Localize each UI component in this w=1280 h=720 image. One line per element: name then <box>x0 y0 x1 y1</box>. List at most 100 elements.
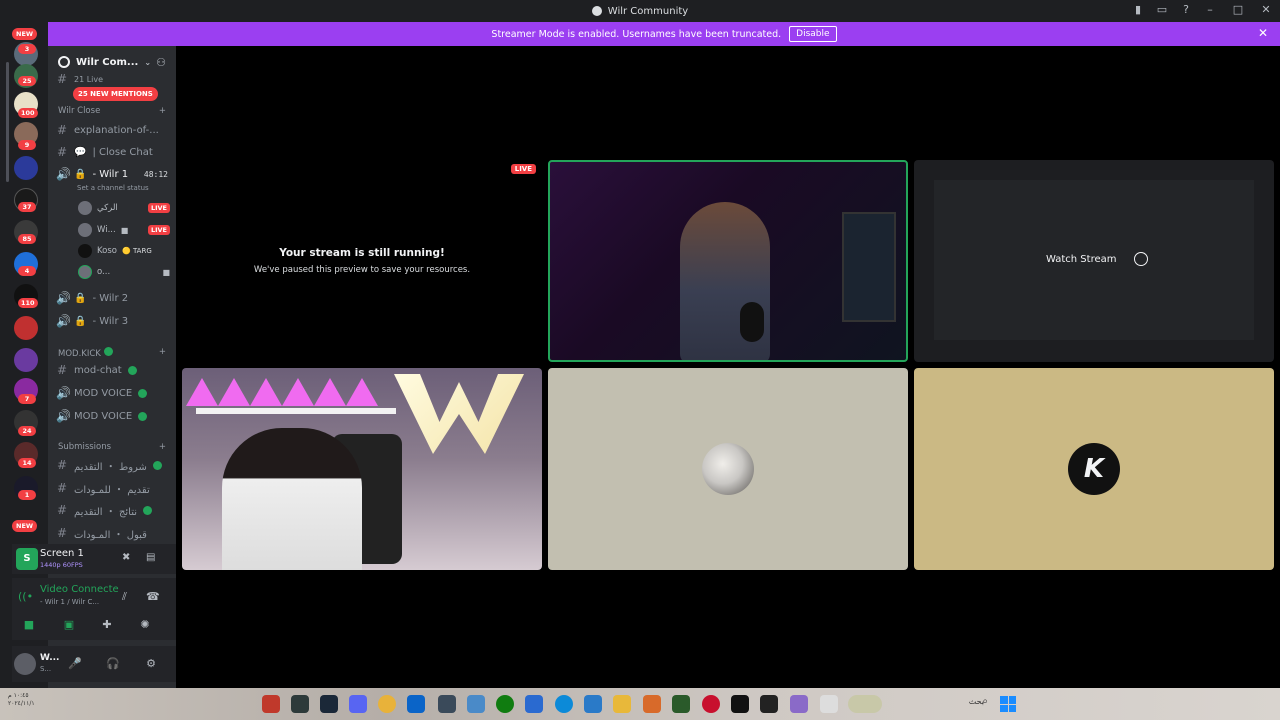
minimize-icon[interactable]: – <box>1204 4 1216 16</box>
server-badge: 25 <box>18 76 36 86</box>
chrome-icon[interactable] <box>378 695 396 713</box>
discord-icon[interactable] <box>349 695 367 713</box>
green-dot-icon <box>127 365 137 375</box>
channel-close-chat[interactable]: # 💬 | Close Chat <box>56 142 172 162</box>
voice-user[interactable]: o... ■ <box>78 263 170 281</box>
search-icon[interactable]: ⌕ <box>982 696 988 707</box>
watch-stream-label[interactable]: Watch Stream <box>1046 254 1117 265</box>
app-icon[interactable] <box>820 695 838 713</box>
channel-sub-2[interactable]: # تقديم ・ للمـودات <box>56 478 172 498</box>
new-mentions-pill[interactable]: 25 NEW MENTIONS <box>73 87 158 101</box>
voice-user[interactable]: Wi... ■ LIVE <box>78 221 170 239</box>
channel-sub-4[interactable]: # قبول ・ المـودات <box>56 523 172 543</box>
add-channel-icon[interactable]: + <box>159 442 166 452</box>
voice-user[interactable]: الركي LIVE <box>78 199 170 217</box>
app-icon[interactable] <box>672 695 690 713</box>
app-icon[interactable] <box>467 695 485 713</box>
maximize-icon[interactable]: □ <box>1232 4 1244 16</box>
channel-explanation[interactable]: # explanation-of-... <box>56 120 172 140</box>
disable-streamer-mode-button[interactable]: Disable <box>789 26 837 42</box>
lock-icon: 🔒 <box>74 315 87 327</box>
category-submissions[interactable]: Submissions + <box>58 442 166 452</box>
settings-icon[interactable] <box>438 695 456 713</box>
light-panel <box>218 378 250 406</box>
opera-icon[interactable] <box>702 695 720 713</box>
rail-scrollbar[interactable] <box>6 62 9 182</box>
channel-label: MOD VOICE <box>74 387 133 399</box>
add-channel-icon[interactable]: + <box>159 347 166 359</box>
voice-channel-mod-voice[interactable]: 🔊 MOD VOICE <box>56 383 172 403</box>
new-pill-bottom[interactable]: NEW <box>12 520 38 532</box>
noise-suppression-icon[interactable]: ⫽ <box>122 590 127 604</box>
microphone-icon[interactable]: 🎤 <box>68 657 82 671</box>
activities-icon[interactable]: ✚ <box>98 618 116 632</box>
gear-icon[interactable]: ⚙ <box>144 657 158 671</box>
watch-stream-tile[interactable]: Watch Stream <box>914 160 1274 362</box>
watch-eye-icon[interactable] <box>1134 252 1148 266</box>
avatar <box>78 244 92 258</box>
voice-channel-mod-voice[interactable]: 🔊 MOD VOICE <box>56 406 172 426</box>
camera-tile-speaking[interactable] <box>548 160 908 362</box>
headphones-icon[interactable]: 🎧 <box>106 657 120 671</box>
stop-share-icon[interactable]: ✖ <box>122 552 134 564</box>
voice-user[interactable]: Koso 🟡 TARG <box>78 242 170 260</box>
speaker-icon: 🔊 <box>56 409 71 423</box>
speaker-icon: 🔊 <box>56 386 71 400</box>
server-icon[interactable] <box>14 316 38 340</box>
voice-channel-wilr3[interactable]: 🔊 🔒 - Wilr 3 <box>56 311 172 331</box>
app-icon[interactable] <box>584 695 602 713</box>
folder-icon[interactable] <box>613 695 631 713</box>
widget-icon[interactable] <box>848 695 882 713</box>
channel-label: | Close Chat <box>92 146 153 158</box>
taskbar-clock[interactable]: ١٠:٤٥ م ٢٠٢٤/١١/١ <box>8 692 35 708</box>
windows-start-icon[interactable] <box>1000 696 1016 712</box>
inbox-icon[interactable]: ▮ <box>1132 4 1144 16</box>
steam-icon[interactable] <box>320 695 338 713</box>
avatar: K <box>1068 443 1120 495</box>
app-icon[interactable] <box>262 695 280 713</box>
app-icon[interactable] <box>790 695 808 713</box>
camera-tile[interactable] <box>182 368 542 570</box>
server-icon[interactable] <box>14 156 38 180</box>
add-channel-icon[interactable]: + <box>159 106 166 116</box>
paused-stream-tile[interactable]: LIVE Your stream is still running! We've… <box>182 160 542 362</box>
green-dot-icon <box>143 505 153 515</box>
close-window-icon[interactable]: ✕ <box>1260 4 1272 16</box>
avatar[interactable] <box>14 653 36 675</box>
xbox-icon[interactable] <box>496 695 514 713</box>
app-icon[interactable] <box>407 695 425 713</box>
set-channel-status[interactable]: Set a channel status <box>77 184 149 192</box>
help-icon[interactable]: ? <box>1180 4 1192 16</box>
lock-icon: 🔒 <box>74 168 87 180</box>
voice-channel-wilr2[interactable]: 🔊 🔒 - Wilr 2 <box>56 288 172 308</box>
screen-share-toggle-icon[interactable]: ▣ <box>60 618 78 632</box>
store-icon[interactable] <box>525 695 543 713</box>
voice-channel-wilr1[interactable]: 🔊 🔒 - Wilr 1 48:12 <box>56 164 172 184</box>
channel-label: نتائج ・ التقديم <box>74 506 138 518</box>
server-icon[interactable] <box>14 348 38 372</box>
edge-icon[interactable] <box>555 695 573 713</box>
camera-toggle-icon[interactable]: ■ <box>20 618 38 632</box>
category-mod-kick[interactable]: MOD.KICK + <box>58 347 166 359</box>
channel-mod-chat[interactable]: # mod-chat <box>56 360 172 380</box>
app-icon[interactable] <box>643 695 661 713</box>
speaker-icon: 🔊 <box>56 167 71 181</box>
channel-sub-3[interactable]: # نتائج ・ التقديم <box>56 500 172 520</box>
invite-icon[interactable]: ⚇ <box>156 56 166 69</box>
screen-icon[interactable]: ▭ <box>1156 4 1168 16</box>
paused-title: Your stream is still running! <box>279 247 445 259</box>
voice-channel-path[interactable]: - Wilr 1 / Wilr C... <box>40 598 99 606</box>
new-pill-top[interactable]: NEW <box>12 28 38 40</box>
channel-sub-1[interactable]: # شروط ・ التقديم <box>56 455 172 475</box>
app-icon[interactable] <box>760 695 778 713</box>
popout-icon[interactable]: ▤ <box>146 552 158 564</box>
capcut-icon[interactable] <box>731 695 749 713</box>
category-wilr-close[interactable]: Wilr Close + <box>58 106 166 116</box>
user-tile[interactable]: K <box>914 368 1274 570</box>
disconnect-icon[interactable]: ☎ <box>146 590 160 603</box>
app-icon[interactable] <box>291 695 309 713</box>
close-banner-icon[interactable]: ✕ <box>1258 26 1268 40</box>
user-tile[interactable] <box>548 368 908 570</box>
soundboard-icon[interactable]: ✺ <box>136 618 154 632</box>
truncated-channel[interactable]: # 21 Live <box>56 72 172 86</box>
